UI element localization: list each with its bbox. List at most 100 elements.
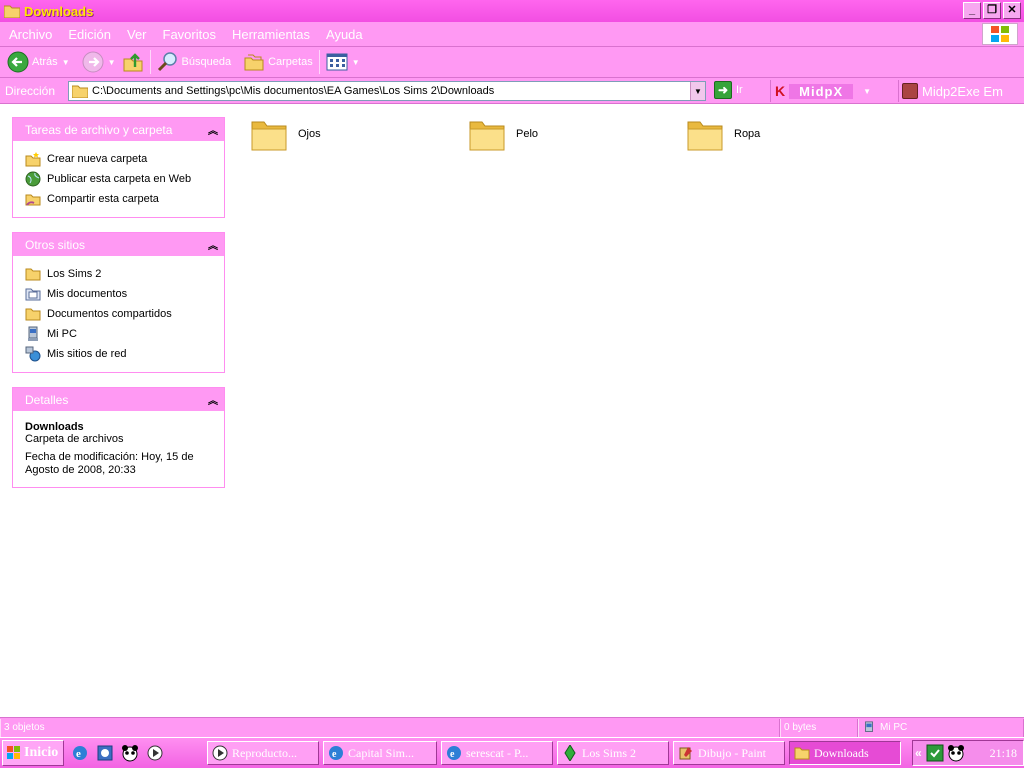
go-button[interactable]: ➜ Ir [714, 81, 743, 99]
place-mi-pc[interactable]: Mi PC [25, 324, 214, 344]
folder-large-icon [251, 121, 287, 151]
sims-plumbob-icon [564, 745, 576, 761]
collapse-icon[interactable]: ︽ [208, 237, 218, 252]
folders-button[interactable]: Carpetas [240, 49, 316, 76]
task-reproductor[interactable]: Reproducto... [207, 741, 319, 765]
svg-text:e: e [450, 749, 455, 760]
details-name: Downloads [25, 421, 84, 433]
menu-ver[interactable]: Ver [120, 27, 154, 42]
back-button[interactable]: Atrás ▼ [4, 49, 73, 76]
menu-ayuda[interactable]: Ayuda [319, 27, 370, 42]
folder-icon [4, 5, 20, 18]
chevron-down-icon[interactable]: ▼ [62, 58, 70, 67]
close-button[interactable]: ✕ [1003, 2, 1021, 19]
computer-icon [865, 720, 873, 732]
forward-button[interactable]: ▼ [79, 49, 119, 76]
task-los-sims-2[interactable]: Los Sims 2 [557, 741, 669, 765]
folder-icon [25, 268, 41, 281]
folder-icon [25, 308, 41, 321]
forward-arrow-icon [82, 51, 104, 73]
views-button[interactable]: ▼ [323, 49, 363, 76]
details-header[interactable]: Detalles ︽ [13, 388, 224, 411]
midp2exe-label: Midp2Exe Em [922, 83, 1003, 99]
details-type: Carpeta de archivos [25, 433, 124, 445]
folder-item-pelo[interactable]: Pelo [468, 116, 538, 152]
menu-bar: Archivo Edición Ver Favoritos Herramient… [0, 22, 1024, 47]
internet-explorer-icon: e [329, 746, 343, 760]
chevron-down-icon[interactable]: ▼ [352, 58, 360, 67]
system-tray: « 21:18 [912, 740, 1024, 766]
task-new-folder[interactable]: Crear nueva carpeta [25, 149, 214, 169]
folder-item-ojos[interactable]: Ojos [250, 116, 321, 152]
collapse-icon[interactable]: ︽ [208, 392, 218, 407]
menu-herramientas[interactable]: Herramientas [225, 27, 317, 42]
place-documentos-compartidos[interactable]: Documentos compartidos [25, 304, 214, 324]
task-serescat[interactable]: e serescat - P... [441, 741, 553, 765]
paint-icon [679, 747, 692, 760]
computer-icon [28, 326, 38, 341]
details-panel: Detalles ︽ Downloads Carpeta de archivos… [12, 387, 225, 488]
task-publish-web[interactable]: Publicar esta carpeta en Web [25, 169, 214, 189]
network-places-icon [25, 346, 41, 362]
address-label: Dirección [5, 83, 56, 98]
clock[interactable]: 21:18 [990, 746, 1017, 761]
menu-archivo[interactable]: Archivo [2, 27, 59, 42]
menu-favoritos[interactable]: Favoritos [156, 27, 223, 42]
task-downloads[interactable]: Downloads [789, 741, 901, 765]
internet-explorer-icon[interactable]: e [70, 743, 90, 763]
show-hidden-icons-icon[interactable]: « [915, 746, 922, 760]
windows-logo-icon [982, 23, 1018, 45]
share-folder-icon [25, 194, 41, 206]
quick-launch: e [70, 743, 165, 763]
details-modified-line1: Fecha de modificación: Hoy, 15 de [25, 451, 194, 463]
media-player-icon[interactable] [145, 743, 165, 763]
minimize-button[interactable]: _ [963, 2, 981, 19]
search-icon [157, 52, 177, 72]
status-size: 0 bytes [780, 718, 858, 737]
chevron-down-icon[interactable]: ▼ [863, 87, 871, 96]
address-bar: Dirección C:\Documents and Settings\pc\M… [0, 78, 1024, 104]
folder-item-ropa[interactable]: Ropa [686, 116, 760, 152]
documents-icon [25, 288, 41, 301]
task-capital-sim[interactable]: e Capital Sim... [323, 741, 437, 765]
folder-icon [794, 747, 810, 760]
details-modified-line2: Agosto de 2008, 20:33 [25, 464, 136, 476]
address-dropdown-button[interactable]: ▼ [690, 82, 705, 100]
outlook-express-icon[interactable] [95, 743, 115, 763]
up-folder-icon [123, 53, 143, 72]
tasks-panel-header[interactable]: Tareas de archivo y carpeta ︽ [13, 118, 224, 141]
maximize-button[interactable]: ❐ [983, 2, 1001, 19]
antivirus-tray-icon[interactable] [926, 744, 944, 762]
task-share-folder[interactable]: Compartir esta carpeta [25, 189, 214, 209]
taskbar: Inicio e Reproducto... e Capital Sim... … [0, 738, 1024, 768]
panda-icon[interactable] [120, 743, 140, 763]
windows-flag-icon [7, 746, 20, 759]
folder-icon [72, 85, 88, 98]
other-places-header[interactable]: Otros sitios ︽ [13, 233, 224, 256]
place-mis-sitios-de-red[interactable]: Mis sitios de red [25, 344, 214, 364]
menu-edicion[interactable]: Edición [61, 27, 118, 42]
collapse-icon[interactable]: ︽ [208, 122, 218, 137]
task-paint[interactable]: Dibujo - Paint [673, 741, 785, 765]
midpx-toolbar[interactable]: K MidpX ▼ [770, 80, 890, 102]
start-button[interactable]: Inicio [2, 740, 64, 766]
folder-large-icon [469, 121, 505, 151]
midpx-label: MidpX [789, 83, 854, 99]
chevron-down-icon[interactable]: ▼ [108, 58, 116, 67]
svg-text:e: e [76, 748, 81, 760]
address-value: C:\Documents and Settings\pc\Mis documen… [92, 85, 495, 97]
back-arrow-icon [7, 51, 29, 73]
media-player-icon [212, 745, 228, 761]
address-input[interactable]: C:\Documents and Settings\pc\Mis documen… [68, 81, 706, 101]
phone-icon [902, 83, 918, 99]
midp2exe-toolbar[interactable]: Midp2Exe Em [898, 80, 1022, 102]
toolbar-separator [149, 50, 151, 74]
up-folder-button[interactable] [119, 49, 147, 76]
window-title: Downloads [24, 3, 94, 19]
panda-icon[interactable] [947, 744, 965, 762]
search-button[interactable]: Búsqueda [154, 49, 235, 76]
toolbar: Atrás ▼ ▼ Búsqueda Carpetas ▼ [0, 47, 1024, 78]
title-bar[interactable]: Downloads _ ❐ ✕ [0, 0, 1024, 22]
place-mis-documentos[interactable]: Mis documentos [25, 284, 214, 304]
place-los-sims-2[interactable]: Los Sims 2 [25, 264, 214, 284]
